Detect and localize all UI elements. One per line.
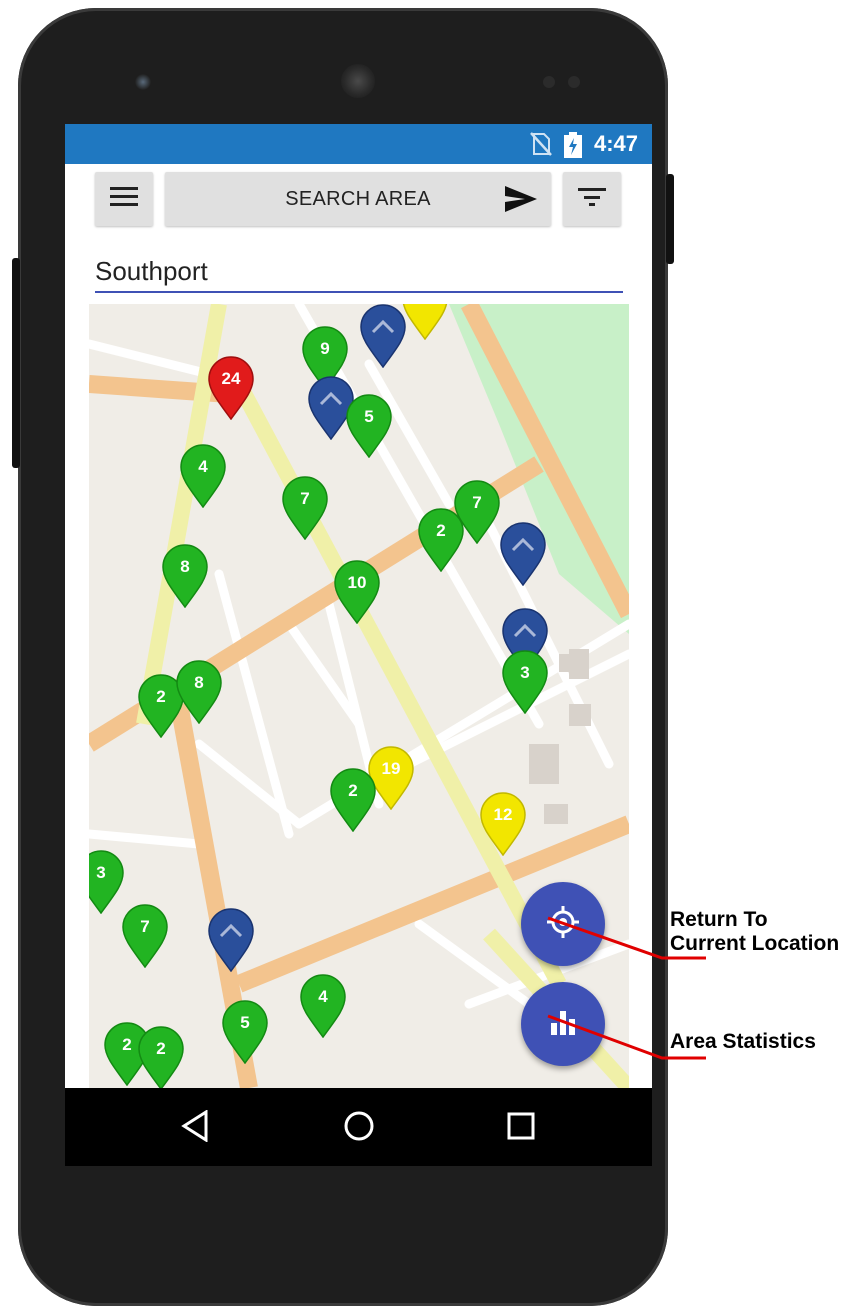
map-marker-green[interactable]: 4: [179, 444, 227, 508]
map-marker-green[interactable]: 5: [345, 394, 393, 458]
filter-icon: [578, 187, 606, 212]
map-marker-green[interactable]: 2: [329, 768, 377, 832]
front-camera: [135, 74, 151, 90]
callout-text-line1: Return To: [670, 908, 768, 931]
map-marker-yellow[interactable]: 12: [479, 792, 527, 856]
menu-icon: [110, 186, 138, 213]
toolbar: SEARCH AREA: [65, 164, 652, 234]
map-marker-green[interactable]: 7: [121, 904, 169, 968]
navigation-bar: [65, 1088, 652, 1166]
power-button: [12, 258, 20, 468]
search-area-label: SEARCH AREA: [285, 187, 431, 210]
map-marker-red[interactable]: 24: [207, 356, 255, 420]
map-marker-green[interactable]: 8: [175, 660, 223, 724]
back-button[interactable]: [173, 1106, 217, 1150]
filter-button[interactable]: [563, 172, 621, 226]
send-icon: [505, 186, 537, 217]
light-sensor: [568, 76, 580, 88]
map-marker-green[interactable]: 5: [221, 1000, 269, 1064]
map-marker-blue[interactable]: [359, 304, 407, 368]
battery-charging-icon: [564, 132, 582, 163]
map-marker-green[interactable]: 7: [281, 476, 329, 540]
current-location-button[interactable]: [521, 882, 605, 966]
earpiece-speaker: [341, 64, 375, 98]
status-time: 4:47: [593, 131, 638, 156]
map-marker-green[interactable]: 2: [137, 1026, 185, 1088]
search-area-button[interactable]: SEARCH AREA: [165, 172, 551, 226]
map-marker-green[interactable]: 2: [417, 508, 465, 572]
map-marker-green[interactable]: 10: [333, 560, 381, 624]
phone-body: 4:47 SEARCH AREA Southport 9 24 5 4 7 7 …: [12, 8, 674, 1306]
map-marker-yellow[interactable]: 15: [401, 304, 449, 340]
map-marker-green[interactable]: 4: [299, 974, 347, 1038]
callout-text-line2: Current Location: [670, 932, 840, 955]
map-view[interactable]: 9 15 24 5 4 7 7 2 8 10 3 2 8 19 2 12 3 7…: [89, 304, 629, 1088]
home-button[interactable]: [337, 1106, 381, 1150]
back-triangle-icon: [180, 1108, 210, 1147]
area-statistics-button[interactable]: [521, 982, 605, 1066]
bar-chart-icon: [550, 1009, 576, 1040]
area-statistics-callout: Area Statistics: [670, 1030, 816, 1053]
location-input[interactable]: Southport: [95, 249, 623, 293]
no-sim-icon: [530, 132, 552, 161]
map-marker-blue[interactable]: [499, 522, 547, 586]
map-marker-green[interactable]: 3: [501, 650, 549, 714]
map-marker-blue[interactable]: [207, 908, 255, 972]
current-location-callout: Return To Current Location: [670, 908, 839, 956]
volume-button: [666, 174, 674, 264]
map-marker-green[interactable]: 3: [89, 850, 125, 914]
screen: 4:47 SEARCH AREA Southport 9 24 5 4 7 7 …: [65, 124, 652, 1166]
map-marker-green[interactable]: 8: [161, 544, 209, 608]
recents-square-icon: [507, 1112, 535, 1145]
proximity-sensor: [543, 76, 555, 88]
status-bar: 4:47: [65, 124, 652, 164]
recents-button[interactable]: [499, 1106, 543, 1150]
menu-button[interactable]: [95, 172, 153, 226]
home-circle-icon: [343, 1110, 375, 1147]
gps-target-icon: [546, 905, 580, 944]
